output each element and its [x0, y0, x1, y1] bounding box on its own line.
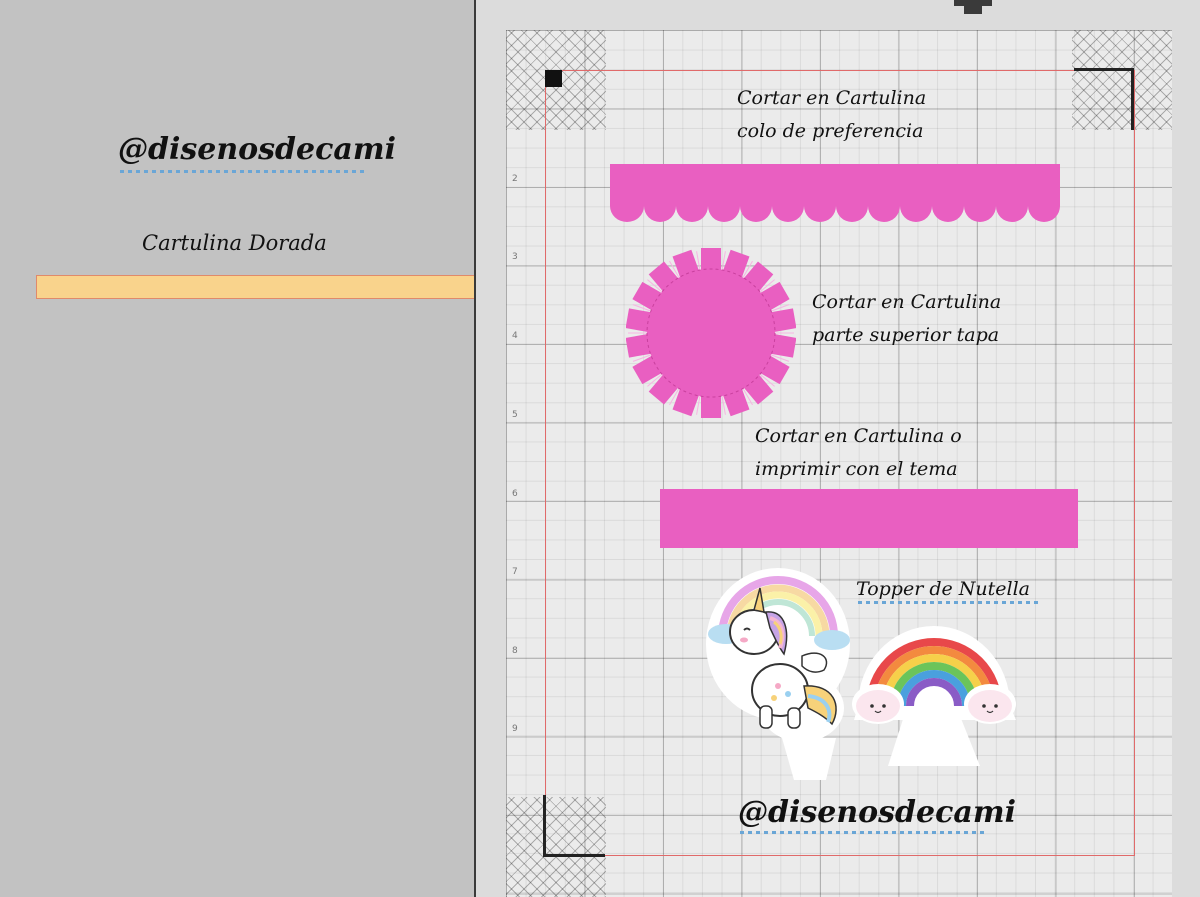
handle-text-left[interactable]: @disenosdecami [118, 132, 396, 167]
label-line: imprimir con el tema [755, 458, 958, 480]
spellcheck-underline [858, 601, 1042, 604]
label-line: Cortar en Cartulina [812, 291, 1002, 313]
label-lid-circle[interactable]: Cortar en Cartulina parte superior tapa [812, 286, 1001, 352]
ruler-number: 4 [512, 331, 518, 341]
handle-text-bottom[interactable]: @disenosdecami [738, 795, 1016, 830]
gold-cardstock-label[interactable]: Cartulina Dorada [142, 231, 327, 255]
spellcheck-underline [740, 831, 986, 834]
label-pink-band[interactable]: Cortar en Cartulina o imprimir con el te… [755, 420, 962, 486]
ruler-number: 8 [512, 646, 518, 656]
ruler-number: 7 [512, 567, 518, 577]
unicorn-icon[interactable] [704, 566, 854, 782]
label-scallop-strip[interactable]: Cortar en Cartulina colo de preferencia [737, 82, 926, 148]
label-line: parte superior tapa [812, 324, 1000, 346]
registration-mark-corner [543, 795, 605, 857]
spellcheck-underline [120, 170, 368, 173]
pink-band-shape[interactable] [660, 489, 1078, 548]
rainbow-icon[interactable] [850, 620, 1020, 768]
scalloped-strip-shape[interactable] [610, 164, 1060, 226]
feed-arrow-icon [954, 0, 992, 14]
registration-mark-corner [1074, 68, 1134, 130]
label-line: Cortar en Cartulina o [755, 425, 962, 447]
ruler-number: 5 [512, 410, 518, 420]
ruler-number: 3 [512, 252, 518, 262]
ruler-number: 6 [512, 489, 518, 499]
label-line: colo de preferencia [737, 120, 924, 142]
ruler-number: 2 [512, 174, 518, 184]
label-line: Cortar en Cartulina [737, 87, 927, 109]
registration-mark-square [545, 70, 562, 87]
ruler-number: 9 [512, 724, 518, 734]
gold-cardstock-strip[interactable] [36, 275, 488, 299]
lid-circle-shape[interactable] [626, 248, 796, 418]
